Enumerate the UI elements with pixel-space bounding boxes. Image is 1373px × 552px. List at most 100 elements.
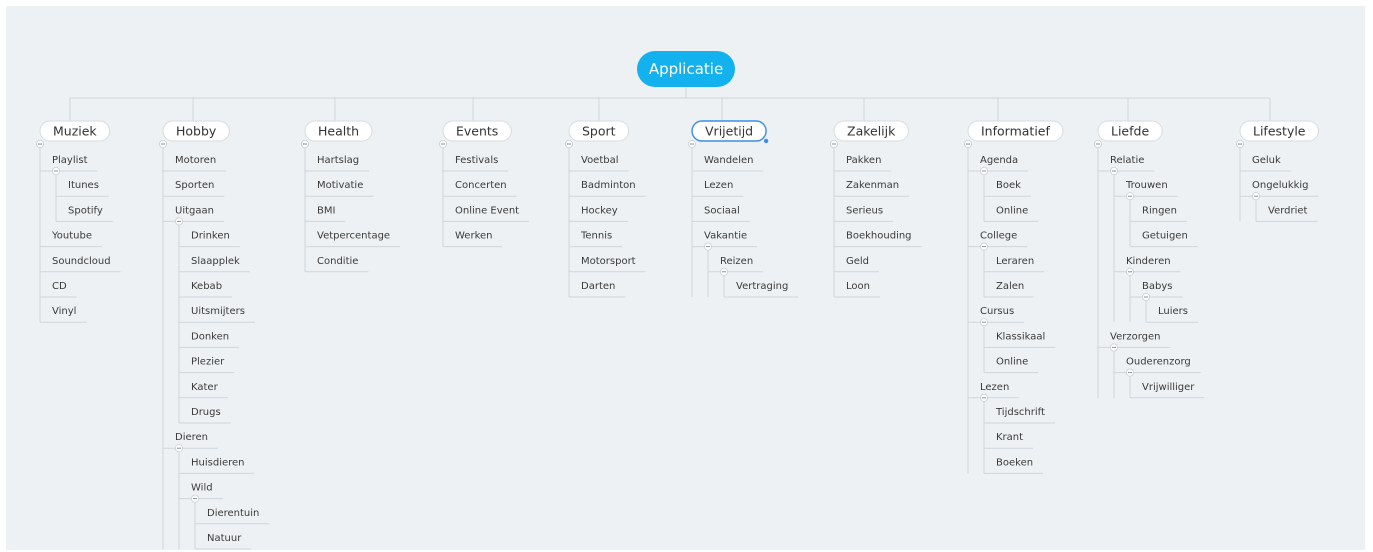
node-muziek-soundcloud-4[interactable]: Soundcloud	[52, 256, 111, 267]
category-node-informatief[interactable]: Informatief	[967, 120, 1064, 142]
node-informatief-zalen-5[interactable]: Zalen	[996, 281, 1024, 292]
node-informatief-online-2[interactable]: Online	[996, 205, 1028, 216]
node-events-concerten-1[interactable]: Concerten	[455, 180, 507, 191]
node-muziek-youtube-3[interactable]: Youtube	[51, 231, 92, 242]
node-liefde-ouderenzorg-8[interactable]: Ouderenzorg	[1126, 357, 1191, 377]
node-hobby-wild-13[interactable]: Wild	[190, 483, 213, 503]
category-node-liefde[interactable]: Liefde	[1097, 120, 1163, 142]
node-liefde-vrijwilliger-9[interactable]: Vrijwilliger	[1142, 382, 1195, 393]
collapse-toggle[interactable]	[980, 166, 989, 175]
node-liefde-babys-5[interactable]: Babys	[1142, 281, 1172, 301]
category-node-sport[interactable]: Sport	[568, 120, 630, 142]
node-hobby-huisdieren-12[interactable]: Huisdieren	[191, 457, 245, 468]
collapse-toggle[interactable]	[52, 166, 61, 175]
node-zakelijk-geld-4[interactable]: Geld	[846, 256, 869, 267]
node-zakelijk-pakken-0[interactable]: Pakken	[846, 155, 881, 166]
mindmap-canvas[interactable]: Applicatie Muziek Playlist Itunes Spotify You…	[6, 6, 1365, 550]
collapse-toggle[interactable]	[1126, 267, 1135, 276]
collapse-toggle-health[interactable]	[300, 139, 309, 148]
node-events-online-event-2[interactable]: Online Event	[455, 205, 519, 216]
node-informatief-college-3[interactable]: College	[980, 231, 1017, 251]
collapse-toggle-liefde[interactable]	[1094, 139, 1103, 148]
collapse-toggle[interactable]	[720, 267, 729, 276]
node-health-conditie-4[interactable]: Conditie	[317, 256, 358, 267]
collapse-toggle[interactable]	[1252, 192, 1261, 201]
node-hobby-drinken-3[interactable]: Drinken	[191, 231, 230, 242]
root-node[interactable]: Applicatie	[637, 51, 735, 87]
collapse-toggle-vrijetijd[interactable]	[688, 139, 697, 148]
collapse-toggle[interactable]	[1142, 292, 1151, 301]
node-vrijetijd-vertraging-5[interactable]: Vertraging	[736, 281, 788, 292]
collapse-toggle[interactable]	[174, 444, 183, 453]
node-liefde-ringen-2[interactable]: Ringen	[1142, 205, 1177, 216]
collapse-toggle-sport[interactable]	[565, 139, 574, 148]
node-muziek-itunes-1[interactable]: Itunes	[68, 180, 99, 191]
category-node-lifestyle[interactable]: Lifestyle	[1239, 120, 1320, 142]
node-muziek-playlist-0[interactable]: Playlist	[52, 155, 88, 175]
node-hobby-plezier-8[interactable]: Plezier	[191, 357, 225, 368]
node-hobby-uitsmijters-6[interactable]: Uitsmijters	[191, 306, 245, 317]
node-lifestyle-geluk-0[interactable]: Geluk	[1252, 155, 1281, 166]
category-node-hobby[interactable]: Hobby	[162, 120, 230, 142]
node-zakelijk-loon-5[interactable]: Loon	[846, 281, 870, 292]
node-vrijetijd-reizen-4[interactable]: Reizen	[720, 256, 753, 276]
node-hobby-kater-9[interactable]: Kater	[191, 382, 219, 393]
node-informatief-klassikaal-7[interactable]: Klassikaal	[996, 331, 1045, 342]
node-sport-darten-5[interactable]: Darten	[581, 281, 615, 292]
selection-handle[interactable]	[763, 138, 769, 144]
node-health-vetpercentage-3[interactable]: Vetpercentage	[317, 231, 390, 242]
node-informatief-boek-1[interactable]: Boek	[996, 180, 1021, 191]
collapse-toggle-hobby[interactable]	[158, 139, 167, 148]
collapse-toggle[interactable]	[174, 217, 183, 226]
collapse-toggle-informatief[interactable]	[964, 139, 973, 148]
node-informatief-online-8[interactable]: Online	[996, 357, 1028, 368]
node-vrijetijd-wandelen-0[interactable]: Wandelen	[704, 155, 753, 166]
category-node-zakelijk[interactable]: Zakelijk	[833, 120, 909, 142]
collapse-toggle[interactable]	[980, 318, 989, 327]
node-informatief-tijdschrift-10[interactable]: Tijdschrift	[995, 407, 1045, 418]
category-node-muziek[interactable]: Muziek	[39, 120, 111, 142]
collapse-toggle[interactable]	[980, 393, 989, 402]
collapse-toggle[interactable]	[704, 242, 713, 251]
collapse-toggle-events[interactable]	[438, 139, 447, 148]
node-informatief-cursus-6[interactable]: Cursus	[980, 306, 1014, 327]
node-health-bmi-2[interactable]: BMI	[317, 205, 335, 216]
node-liefde-kinderen-4[interactable]: Kinderen	[1126, 256, 1171, 276]
node-zakelijk-boekhouding-3[interactable]: Boekhouding	[846, 231, 912, 242]
node-sport-tennis-3[interactable]: Tennis	[580, 231, 612, 242]
node-hobby-motoren-0[interactable]: Motoren	[175, 155, 216, 166]
node-hobby-dierentuin-14[interactable]: Dierentuin	[207, 508, 259, 519]
collapse-toggle[interactable]	[1126, 368, 1135, 377]
node-sport-hockey-2[interactable]: Hockey	[581, 205, 618, 216]
node-events-werken-3[interactable]: Werken	[455, 231, 493, 242]
node-informatief-leraren-4[interactable]: Leraren	[996, 256, 1034, 267]
node-vrijetijd-sociaal-2[interactable]: Sociaal	[704, 205, 740, 216]
node-muziek-spotify-2[interactable]: Spotify	[68, 205, 103, 216]
node-hobby-sporten-1[interactable]: Sporten	[175, 180, 214, 191]
node-muziek-vinyl-6[interactable]: Vinyl	[52, 306, 76, 317]
node-lifestyle-verdriet-2[interactable]: Verdriet	[1268, 205, 1308, 216]
node-sport-voetbal-0[interactable]: Voetbal	[581, 155, 619, 166]
node-zakelijk-serieus-2[interactable]: Serieus	[846, 205, 883, 216]
node-liefde-relatie-0[interactable]: Relatie	[1110, 155, 1144, 175]
node-muziek-cd-5[interactable]: CD	[52, 281, 67, 292]
collapse-toggle[interactable]	[190, 494, 199, 503]
collapse-toggle-zakelijk[interactable]	[830, 139, 839, 148]
node-hobby-drugs-10[interactable]: Drugs	[191, 407, 221, 418]
node-health-motivatie-1[interactable]: Motivatie	[317, 180, 363, 191]
node-liefde-verzorgen-7[interactable]: Verzorgen	[1110, 331, 1160, 352]
category-node-events[interactable]: Events	[442, 120, 512, 142]
node-events-festivals-0[interactable]: Festivals	[455, 155, 498, 166]
collapse-toggle[interactable]	[1110, 343, 1119, 352]
node-health-hartslag-0[interactable]: Hartslag	[317, 155, 359, 166]
node-hobby-uitgaan-2[interactable]: Uitgaan	[174, 205, 214, 226]
collapse-toggle-muziek[interactable]	[35, 139, 44, 148]
node-liefde-luiers-6[interactable]: Luiers	[1158, 306, 1188, 317]
node-hobby-dieren-11[interactable]: Dieren	[174, 432, 208, 453]
node-lifestyle-ongelukkig-1[interactable]: Ongelukkig	[1252, 180, 1309, 201]
node-informatief-krant-11[interactable]: Krant	[996, 432, 1023, 443]
node-informatief-lezen-9[interactable]: Lezen	[980, 382, 1009, 402]
node-sport-motorsport-4[interactable]: Motorsport	[581, 256, 636, 267]
collapse-toggle[interactable]	[1110, 166, 1119, 175]
node-hobby-donken-7[interactable]: Donken	[191, 331, 229, 342]
